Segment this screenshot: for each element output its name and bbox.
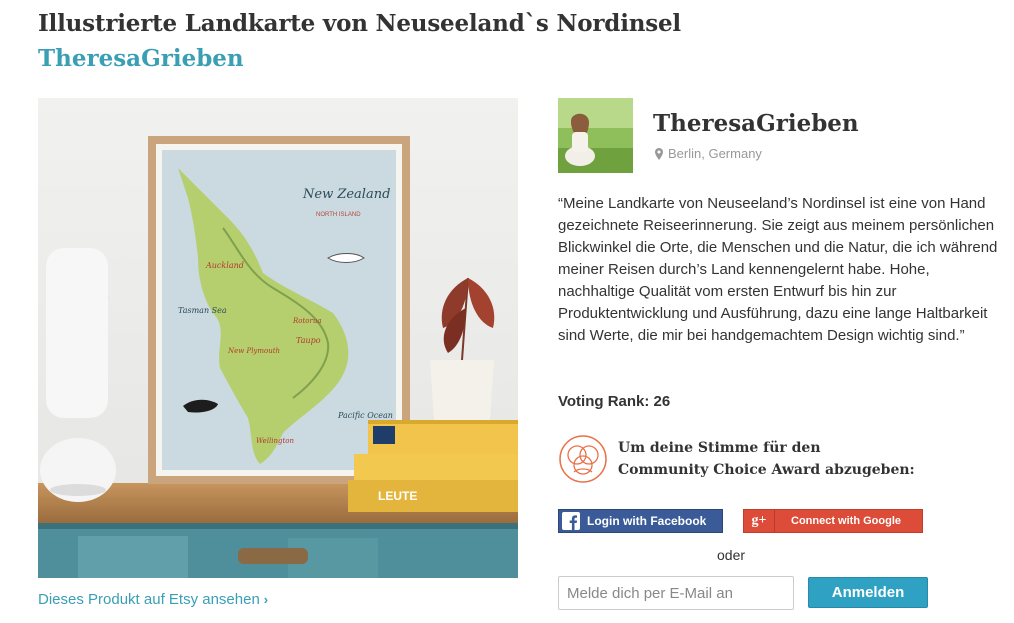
or-separator: oder xyxy=(717,547,746,563)
map-rotorua-text: Rotorua xyxy=(292,317,322,325)
artist-avatar[interactable] xyxy=(558,98,633,173)
login-facebook-button[interactable]: Login with Facebook xyxy=(558,509,723,533)
email-input[interactable] xyxy=(558,576,794,610)
product-image: New Zealand NORTH ISLAND Auckland Tasman… xyxy=(38,98,518,578)
map-heading-text: New Zealand xyxy=(302,187,390,202)
facebook-button-label: Login with Facebook xyxy=(587,514,707,528)
etsy-product-link[interactable]: Dieses Produkt auf Etsy ansehen › xyxy=(38,591,268,608)
artist-name: TheresaGrieben xyxy=(653,110,859,137)
location-text: Berlin, Germany xyxy=(668,146,762,161)
award-instructions: Um deine Stimme für den Community Choice… xyxy=(618,437,915,481)
map-taupo-text: Taupo xyxy=(296,336,321,345)
voting-rank: Voting Rank: 26 xyxy=(558,393,671,410)
connect-google-button[interactable]: g+ Connect with Google xyxy=(743,509,923,533)
artist-location: Berlin, Germany xyxy=(655,146,762,163)
chevron-right-icon: › xyxy=(263,592,269,607)
map-tasman-text: Tasman Sea xyxy=(178,306,227,315)
facebook-icon xyxy=(561,511,581,531)
submit-button[interactable]: Anmelden xyxy=(808,577,928,608)
award-line-2: Community Choice Award abzugeben: xyxy=(618,462,915,478)
map-new-plymouth-text: New Plymouth xyxy=(227,347,280,355)
map-auckland-text: Auckland xyxy=(205,261,244,270)
google-plus-icon: g+ xyxy=(744,510,775,532)
map-wellington-text: Wellington xyxy=(256,437,294,445)
map-pacific-text: Pacific Ocean xyxy=(337,411,393,420)
etsy-link-label: Dieses Produkt auf Etsy ansehen xyxy=(38,591,260,608)
page-title: Illustrierte Landkarte von Neuseeland`s … xyxy=(38,10,681,37)
award-line-1: Um deine Stimme für den xyxy=(618,440,821,456)
map-subheading-text: NORTH ISLAND xyxy=(316,212,361,218)
community-award-icon xyxy=(558,434,608,484)
artist-link[interactable]: TheresaGrieben xyxy=(38,45,244,72)
google-button-label: Connect with Google xyxy=(791,515,901,527)
book-label-text: LEUTE xyxy=(378,489,417,503)
artist-quote: “Meine Landkarte von Neuseeland’s Nordin… xyxy=(558,195,998,344)
location-pin-icon xyxy=(655,148,663,163)
